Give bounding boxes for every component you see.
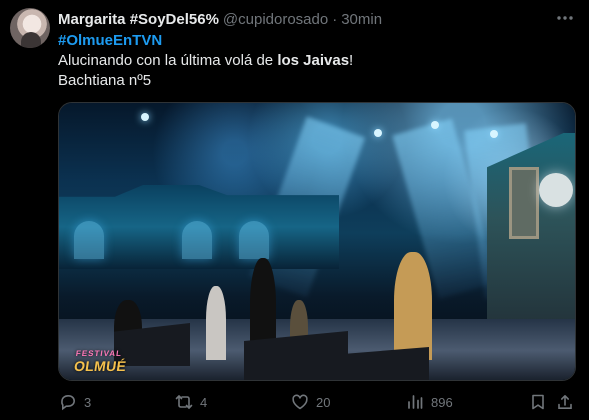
views-icon [405,392,425,412]
hashtag-link[interactable]: #OlmueEnTVN [58,31,568,51]
lead-guitarist [394,252,432,360]
more-icon[interactable] [553,8,577,28]
like-count: 20 [316,394,331,410]
lit-arch [182,221,212,259]
band-name: los Jaivas [277,52,350,69]
like-button[interactable]: 20 [290,389,330,415]
bookmark-button[interactable] [528,389,548,415]
views-button[interactable]: 896 [405,389,453,415]
share-icon [555,392,575,412]
author-name[interactable]: Margarita #SoyDel56% [58,11,219,28]
author-handle[interactable]: @cupidorosado [223,11,328,28]
bookmark-icon [528,392,548,412]
stage-light [431,121,439,129]
stage-light [141,113,149,121]
stage-window [509,167,539,239]
reply-button[interactable]: 3 [58,389,91,415]
stage-light [374,129,382,137]
stage-light [490,130,498,138]
post-line-1: Alucinando con la última volá de los Jai… [58,51,568,71]
post-time[interactable]: 30min [341,11,382,28]
musician [206,286,226,360]
lit-arch [239,221,269,259]
moon-prop [539,173,573,207]
post-actions: 3 4 20 896 [58,389,575,415]
separator: · [332,10,338,28]
share-button[interactable] [555,389,575,415]
post-line-1-suffix: ! [349,52,354,69]
repost-count: 4 [200,394,208,410]
post-header: Margarita #SoyDel56% @cupidorosado · 30m… [58,9,382,29]
views-count: 896 [431,394,453,410]
festival-logo: FESTIVAL OLMUÉ [73,348,128,374]
repost-button[interactable]: 4 [174,389,207,415]
reply-count: 3 [84,394,92,410]
post-text: #OlmueEnTVN Alucinando con la última vol… [58,31,568,91]
post-line-2: Bachtiana nº5 [58,72,152,89]
like-icon [290,392,310,412]
festival-logo-bottom: OLMUÉ [73,358,128,374]
lit-arch [74,221,104,259]
post-media[interactable]: FESTIVAL OLMUÉ [58,102,576,381]
repost-icon [174,392,194,412]
avatar[interactable] [10,8,50,48]
reply-icon [58,392,78,412]
post-line-1-prefix: Alucinando con la última volá de [58,52,278,69]
